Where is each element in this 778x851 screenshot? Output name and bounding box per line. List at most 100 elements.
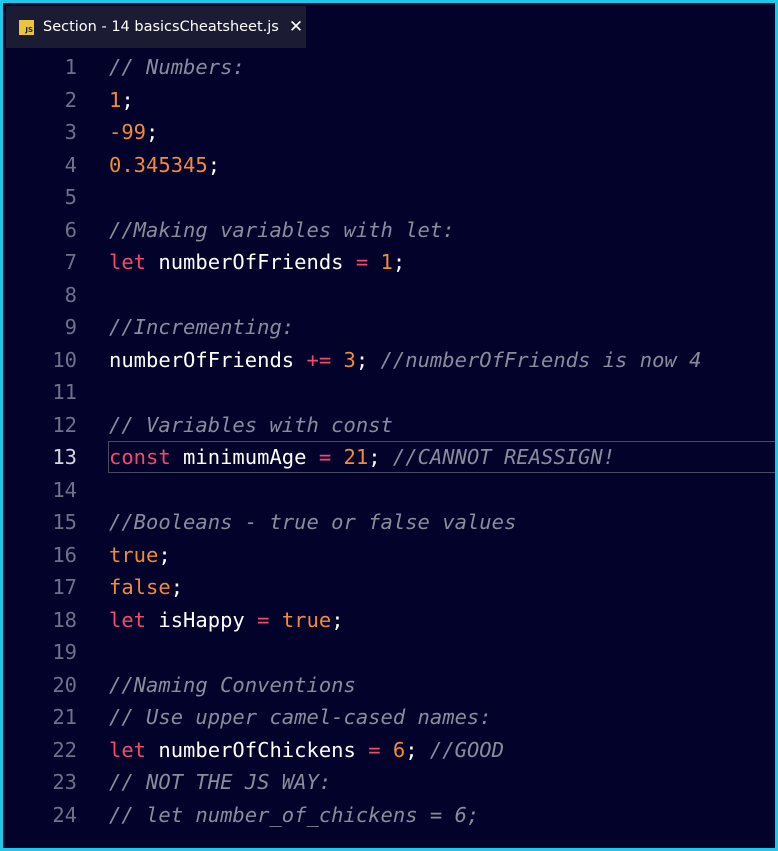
code-token: // Variables with const [109,412,393,437]
code-line[interactable]: 2 1; [3,84,775,116]
code-token: true [281,607,332,632]
javascript-file-icon: JS [19,19,34,35]
line-number: 2 [64,87,77,112]
code-token: //Booleans - true or false values [109,510,517,534]
code-token: += [306,347,332,372]
line-code: //Making variables with let: [109,214,455,246]
code-line[interactable]: 23 // NOT THE JS WAY: [3,766,775,798]
code-token: let [109,250,147,274]
code-line[interactable]: 17 false; [3,571,775,603]
code-token: numberOfFriends [146,250,356,274]
code-token: = [257,607,270,632]
code-token: let [109,737,147,762]
editor-window: JS Section - 14 basicsCheatsheet.js ✕ 1 /… [0,0,778,851]
line-number: 13 [52,445,77,469]
line-number: 24 [52,802,77,827]
code-line[interactable]: 7 let numberOfFriends = 1; [3,246,775,278]
line-number: 14 [52,477,77,502]
code-token: true [109,542,159,567]
code-token: //Making variables with let: [109,217,455,242]
code-token: 0.345345 [109,152,208,177]
code-line[interactable]: 11 [3,376,775,408]
line-number: 3 [64,120,77,144]
tab-title: Section - 14 basicsCheatsheet.js [43,19,279,35]
line-number: 21 [52,705,77,729]
code-line[interactable]: 24 // let number_of_chickens = 6; [3,799,775,831]
line-number: 10 [52,347,77,372]
code-token: 6 [392,737,406,762]
line-code: // let number_of_chickens = 6; [109,799,479,831]
code-line[interactable]: 12 // Variables with const [3,409,775,441]
code-token: isHappy [146,607,258,632]
line-code: false; [109,571,183,603]
code-token: 21 [343,445,369,469]
code-line[interactable]: 20 //Naming Conventions [3,669,775,701]
code-token: // Use upper camel-cased names: [109,705,492,729]
code-line[interactable]: 9 //Incrementing: [3,311,775,343]
line-number: 15 [52,510,77,534]
code-token: // Numbers: [109,55,245,79]
code-token: ; [121,87,134,112]
line-code: numberOfFriends += 3; //numberOfFriends … [109,344,701,376]
code-line[interactable]: 10 numberOfFriends += 3; //numberOfFriend… [3,344,775,376]
code-line[interactable]: 3 -99; [3,116,775,148]
code-token: false [109,575,171,599]
code-line[interactable]: 13 const minimumAge = 21; //CANNOT REASSI… [3,441,775,473]
line-number: 8 [64,282,77,307]
line-number: 11 [52,380,77,404]
code-line[interactable]: 22 let numberOfChickens = 6; //GOOD [3,734,775,766]
line-code: let isHappy = true; [109,604,344,636]
code-token: ; [146,120,159,144]
code-line[interactable]: 5 [3,181,775,213]
code-token: 3 [343,347,356,372]
code-token: ; [158,542,171,567]
line-code: //Naming Conventions [109,669,356,701]
code-line[interactable]: 8 [3,279,775,311]
code-token: numberOfFriends [109,347,307,372]
code-line[interactable]: 18 let isHappy = true; [3,604,775,636]
line-number: 6 [64,217,77,242]
code-token: //Naming Conventions [109,672,356,697]
code-line[interactable]: 21 // Use upper camel-cased names: [3,701,775,733]
line-code: // NOT THE JS WAY: [109,766,331,798]
line-number: 18 [52,607,77,632]
code-line[interactable]: 15 //Booleans - true or false values [3,506,775,538]
code-token: // let number_of_chickens = 6; [109,802,480,827]
line-number: 5 [64,185,77,209]
tab-basics-cheatsheet[interactable]: JS Section - 14 basicsCheatsheet.js ✕ [6,6,306,48]
line-code: // Numbers: [109,51,245,83]
code-token: //GOOD [429,737,504,762]
code-token: = [318,445,332,469]
code-line[interactable]: 14 [3,474,775,506]
code-line[interactable]: 19 [3,636,775,668]
line-number: 9 [64,315,77,339]
close-icon[interactable]: ✕ [289,18,303,36]
line-code: 0.345345; [109,149,220,181]
code-token: 1 [109,87,122,112]
code-line[interactable]: 4 0.345345; [3,149,775,181]
code-token: 1 [380,250,393,274]
line-number: 16 [52,542,77,567]
code-line[interactable]: 6 //Making variables with let: [3,214,775,246]
line-code: 1; [109,84,134,116]
line-number: 12 [52,412,77,437]
code-token: ; [355,347,381,372]
line-code: //Booleans - true or false values [109,506,516,538]
code-token: //CANNOT REASSIGN! [392,445,616,469]
code-line[interactable]: 1 // Numbers: [3,51,775,83]
code-token: ; [405,737,430,762]
line-code: const minimumAge = 21; //CANNOT REASSIGN… [109,441,615,473]
line-code: true; [109,539,171,571]
line-number: 17 [52,575,77,599]
line-number: 22 [52,737,77,762]
line-code: let numberOfFriends = 1; [109,246,405,278]
code-line[interactable]: 16 true; [3,539,775,571]
code-token: ; [170,575,184,599]
code-editor[interactable]: 1// Numbers: 2 1; 3 -99; 4 0.345345; 5 6//Making… [3,51,775,848]
tab-bar: JS Section - 14 basicsCheatsheet.js ✕ [3,3,775,48]
line-code: let numberOfChickens = 6; //GOOD [109,734,504,766]
code-token: //numberOfFriends is now 4 [380,347,702,372]
